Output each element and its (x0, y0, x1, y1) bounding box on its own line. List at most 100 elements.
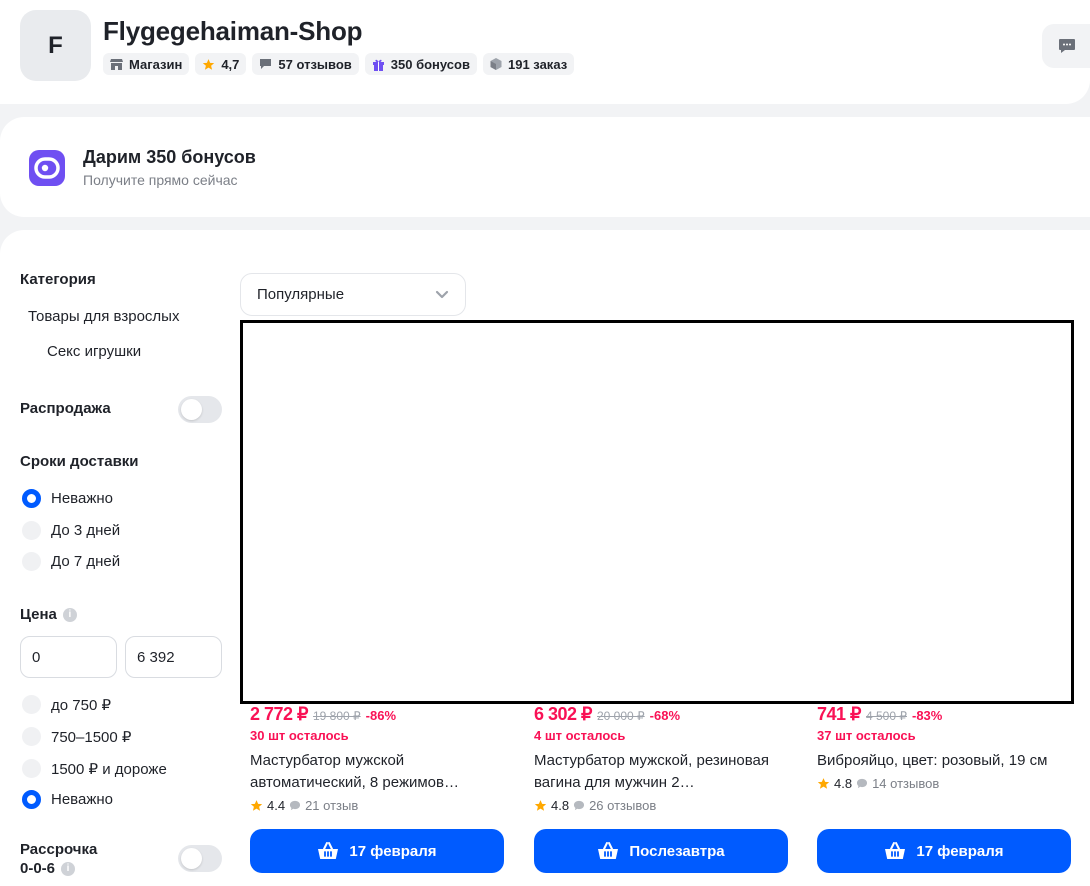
delivery-option-3days-label: До 3 дней (51, 522, 121, 539)
product-price: 2 772 ₽ (250, 704, 309, 724)
radio[interactable] (22, 521, 41, 540)
product-old-price: 20 000 ₽ (597, 709, 645, 723)
product-name[interactable]: Мастурбатор мужской автоматический, 8 ре… (250, 750, 504, 794)
basket-icon (885, 842, 906, 859)
radio-selected[interactable] (22, 790, 41, 809)
basket-icon (318, 842, 339, 859)
product-stock: 37 шт осталось (817, 728, 916, 743)
price-to-input[interactable]: 6 392 (125, 636, 222, 678)
price-option-750-1500-label: 750–1500 ₽ (51, 728, 132, 746)
chip-bonuses-label: 350 бонусов (390, 56, 470, 72)
product-discount: -83% (912, 708, 943, 723)
price-option-any[interactable]: Неважно (22, 790, 113, 809)
buy-button-1[interactable]: 17 февраля (250, 829, 504, 873)
category-item-adult[interactable]: Товары для взрослых (28, 308, 179, 325)
promo-banner[interactable] (240, 320, 1074, 704)
installment-line2-row: 0-0-6 i (20, 859, 97, 878)
shop-name[interactable]: Flygegehaiman-Shop (103, 16, 363, 47)
price-option-1500plus[interactable]: 1500 ₽ и дороже (22, 759, 167, 778)
buy-button-label: Послезавтра (629, 842, 725, 860)
radio[interactable] (22, 727, 41, 746)
product-rating-value: 4.4 (267, 797, 286, 813)
product-stock: 30 шт осталось (250, 728, 349, 743)
delivery-option-any[interactable]: Неважно (22, 489, 113, 508)
product-card-2[interactable]: 6 302 ₽ 20 000 ₽ -68% 4 шт осталось Маст… (534, 704, 788, 814)
product-price: 741 ₽ (817, 704, 862, 724)
installment-toggle[interactable] (178, 845, 222, 872)
price-option-750[interactable]: до 750 ₽ (22, 695, 111, 714)
price-option-750-1500[interactable]: 750–1500 ₽ (22, 727, 131, 746)
filter-sale-title: Распродажа (20, 400, 111, 417)
bonus-logo-icon (29, 150, 65, 186)
delivery-option-3days[interactable]: До 3 дней (22, 521, 120, 540)
product-rating[interactable]: 4.8 26 отзывов (534, 796, 788, 814)
chip-reviews[interactable]: 57 отзывов (252, 53, 359, 75)
comment-icon (290, 800, 301, 810)
product-rating-value: 4.8 (551, 797, 570, 813)
shop-chips: Магазин 4,7 57 отзывов 350 бонусов 191 з… (103, 53, 575, 75)
shop-logo-letter: F (48, 31, 63, 59)
shop-logo[interactable]: F (20, 10, 91, 81)
radio-selected[interactable] (22, 489, 41, 508)
bonus-subtitle: Получите прямо сейчас (83, 172, 238, 188)
chip-bonuses[interactable]: 350 бонусов (364, 53, 477, 75)
product-card-3[interactable]: 741 ₽ 4 500 ₽ -83% 37 шт осталось Виброя… (817, 704, 1071, 792)
sort-dropdown[interactable]: Популярные (240, 273, 466, 316)
installment-line1: Рассрочка (20, 841, 98, 858)
buy-button-2[interactable]: Послезавтра (534, 829, 788, 873)
store-icon (110, 59, 123, 70)
radio[interactable] (22, 552, 41, 571)
installment-line2: 0-0-6 (20, 860, 56, 877)
product-old-price: 4 500 ₽ (866, 709, 907, 723)
price-row: 2 772 ₽ 19 800 ₽ -86% (250, 704, 504, 726)
chip-orders-label: 191 заказ (507, 56, 568, 72)
price-option-750-label: до 750 ₽ (51, 696, 111, 714)
category-item-toys[interactable]: Секс игрушки (47, 343, 141, 360)
product-rating[interactable]: 4.8 14 отзывов (817, 774, 1071, 792)
chat-button[interactable] (1042, 24, 1090, 68)
product-discount: -86% (365, 708, 397, 723)
chip-rating[interactable]: 4,7 (195, 53, 247, 75)
info-icon[interactable]: i (61, 861, 76, 876)
price-row: 741 ₽ 4 500 ₽ -83% (817, 704, 1071, 726)
basket-icon (598, 842, 619, 859)
product-reviews-count: 14 отзывов (872, 775, 940, 791)
radio[interactable] (22, 695, 41, 714)
price-option-any-label: Неважно (51, 791, 113, 808)
star-icon (534, 799, 547, 811)
buy-button-3[interactable]: 17 февраля (817, 829, 1071, 873)
box-icon (490, 58, 502, 70)
price-title-label: Цена (20, 606, 57, 623)
comment-icon (857, 778, 868, 788)
sort-selected-label: Популярные (257, 286, 345, 303)
chip-shop-type[interactable]: Магазин (103, 53, 190, 75)
chip-rating-value: 4,7 (221, 56, 240, 72)
delivery-option-any-label: Неважно (51, 490, 113, 507)
gift-icon (372, 59, 384, 71)
chat-icon (1059, 39, 1075, 53)
delivery-option-7days-label: До 7 дней (51, 553, 121, 570)
product-rating[interactable]: 4.4 21 отзыв (250, 796, 504, 814)
shop-header: F Flygegehaiman-Shop Магазин 4,7 57 отзы… (0, 0, 1090, 104)
delivery-option-7days[interactable]: До 7 дней (22, 552, 120, 571)
chevron-down-icon (435, 290, 449, 299)
product-rating-value: 4.8 (834, 775, 853, 791)
info-icon[interactable]: i (62, 607, 77, 622)
sale-toggle[interactable] (178, 396, 222, 423)
product-card-1[interactable]: 2 772 ₽ 19 800 ₽ -86% 30 шт осталось Мас… (250, 704, 504, 814)
chip-orders[interactable]: 191 заказ (482, 53, 575, 75)
product-reviews-count: 26 отзывов (589, 797, 657, 813)
comment-icon (260, 59, 272, 69)
chip-shop-type-label: Магазин (129, 56, 183, 72)
price-from-input[interactable]: 0 (20, 636, 117, 678)
radio[interactable] (22, 759, 41, 778)
star-icon (203, 58, 215, 70)
filter-installment-title: Рассрочка 0-0-6 i (20, 840, 97, 878)
buy-button-label: 17 февраля (916, 842, 1004, 860)
star-icon (250, 799, 263, 811)
bonus-title: Дарим 350 бонусов (83, 147, 256, 167)
filter-price-title: Цена i (20, 606, 77, 623)
product-name[interactable]: Мастурбатор мужской, резиновая вагина дл… (534, 750, 788, 794)
product-name[interactable]: Виброяйцо, цвет: розовый, 19 см (817, 750, 1071, 772)
price-option-1500plus-label: 1500 ₽ и дороже (51, 760, 167, 778)
